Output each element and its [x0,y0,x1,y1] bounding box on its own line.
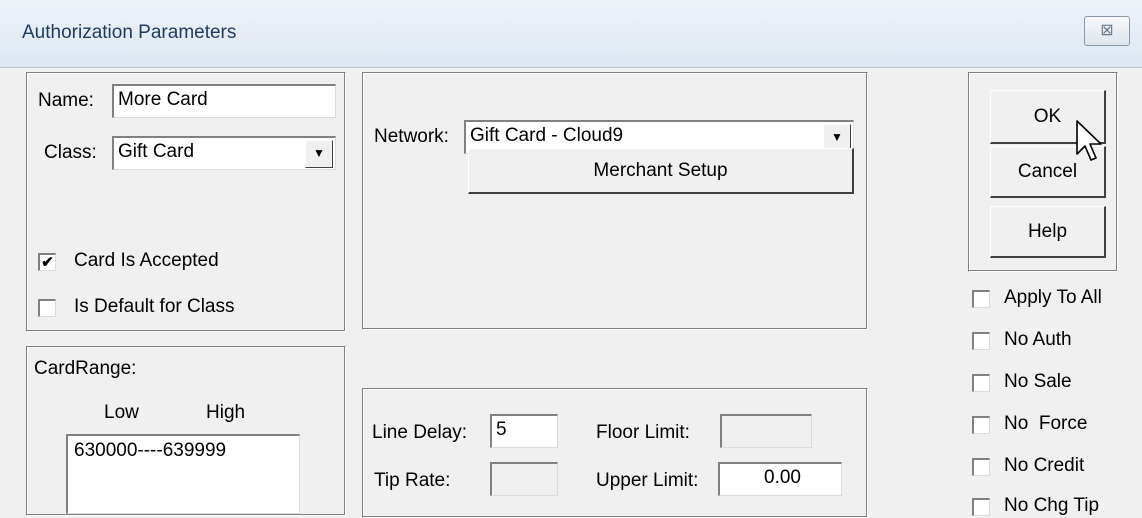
high-header: High [206,402,246,423]
help-button[interactable]: Help [990,206,1106,258]
no-chg-tip-checkbox[interactable] [972,498,990,516]
class-value: Gift Card [118,141,195,162]
apply-to-all-label: Apply To All [1004,287,1102,308]
floor-limit-input[interactable] [720,414,812,448]
name-input[interactable]: More Card [112,84,336,118]
class-select[interactable]: Gift Card ▼ [112,136,336,170]
no-force-label: No Force [1004,413,1088,434]
no-auth-checkbox[interactable] [972,332,990,350]
list-item[interactable]: 630000----639999 [74,440,293,462]
no-chg-tip-label: No Chg Tip [1004,495,1100,516]
network-group [362,72,868,330]
window-title: Authorization Parameters [22,22,237,43]
card-accepted-label: Card Is Accepted [74,250,219,271]
mouse-pointer-icon [1076,120,1102,161]
no-auth-label: No Auth [1004,329,1072,350]
no-sale-label: No Sale [1004,371,1072,392]
tip-rate-label: Tip Rate: [374,470,451,491]
network-label: Network: [374,126,449,147]
chevron-down-icon[interactable]: ▼ [305,140,333,168]
card-range-list[interactable]: 630000----639999 [66,434,300,514]
tip-rate-input[interactable] [490,462,558,496]
class-label: Class: [44,142,97,163]
default-class-label: Is Default for Class [74,296,235,317]
merchant-setup-button[interactable]: Merchant Setup [468,148,854,194]
close-icon[interactable]: ⊠ [1084,16,1130,46]
low-header: Low [104,402,139,423]
upper-limit-input[interactable]: 0.00 [718,462,842,496]
card-accepted-checkbox[interactable]: ✔ [38,253,56,271]
default-class-checkbox[interactable] [38,299,56,317]
no-sale-checkbox[interactable] [972,374,990,392]
no-credit-label: No Credit [1004,455,1085,476]
network-value: Gift Card - Cloud9 [470,125,624,146]
limits-group [362,388,868,518]
no-force-checkbox[interactable] [972,416,990,434]
line-delay-label: Line Delay: [372,422,468,443]
upper-limit-label: Upper Limit: [596,470,699,491]
floor-limit-label: Floor Limit: [596,422,690,443]
apply-to-all-checkbox[interactable] [972,290,990,308]
no-credit-checkbox[interactable] [972,458,990,476]
card-range-title: CardRange: [34,358,137,379]
name-label: Name: [38,90,94,111]
line-delay-input[interactable]: 5 [490,414,558,448]
